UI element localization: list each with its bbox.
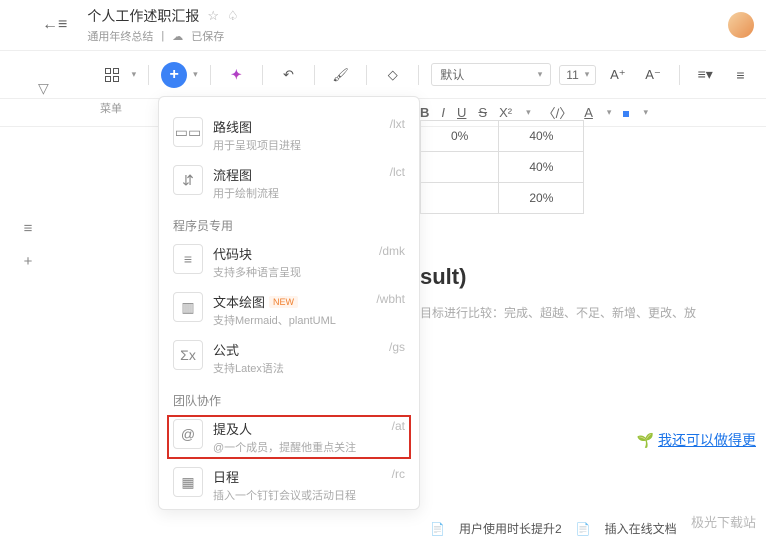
doc-link-icon: 📄 [430,522,445,536]
code-block-icon: ≡ [173,244,203,274]
mention-icon: @ [173,419,203,449]
star-icon[interactable]: ☆ [207,8,219,24]
section-description: 目标进行比较：完成、超越、不足、新增、更改、放 [420,304,756,321]
document-title: 个人工作述职汇报 [87,6,199,26]
strike-button[interactable]: S [478,105,487,120]
add-icon[interactable]: + [24,253,33,270]
highlight-button[interactable] [623,105,629,120]
menu-label: 菜单 [100,100,122,116]
dropdown-item-formula[interactable]: Σx 公式 支持Latex语法 /gs [159,334,419,382]
watermark: 极光下载站 [691,512,756,531]
eraser-button[interactable]: ◇ [379,61,406,89]
view-grid-button[interactable] [98,61,126,89]
dropdown-item-calendar[interactable]: ▦ 日程 插入一个钉钉会议或活动日程 /rc [159,461,419,509]
chevron-down-icon[interactable]: ▾ [193,69,198,80]
dropdown-section-dev: 程序员专用 [159,207,419,238]
usage-text[interactable]: 用户使用时长提升2 [459,520,562,537]
undo-button[interactable]: ↶ [275,61,302,89]
dropdown-item-textdraw[interactable]: ▥ 文本绘图NEW 支持Mermaid、plantUML /wbht [159,286,419,334]
tip-banner[interactable]: 🌱 我还可以做得更 [637,430,756,450]
dropdown-section-team: 团队协作 [159,382,419,413]
saved-status: 已保存 [191,28,224,44]
ai-assist-button[interactable]: ✦ [223,61,250,89]
cloud-saved-icon: ☁ [172,30,183,43]
font-size-select[interactable]: 11 ▾ [559,65,596,85]
formula-icon: Σx [173,340,203,370]
flowchart-icon: ⇵ [173,165,203,195]
calendar-icon: ▦ [173,467,203,497]
template-name: 通用年终总结 [87,28,153,44]
insert-button[interactable]: + [161,62,187,88]
list-button[interactable]: ≡▾ [692,61,719,89]
new-badge: NEW [269,296,298,308]
bold-button[interactable]: B [420,105,429,120]
user-avatar[interactable] [728,12,754,38]
bell-icon[interactable]: ♤ [227,8,239,24]
superscript-button[interactable]: X² [499,105,512,120]
doc-link-icon: 📄 [576,522,591,536]
text-draw-icon: ▥ [173,292,203,322]
italic-button[interactable]: I [441,105,445,120]
document-content: 0%40% 40% 20% sult) 目标进行比较：完成、超越、不足、新增、更… [420,120,756,321]
search-icon[interactable]: ≡ [24,220,33,237]
collapse-sidebar-icon[interactable]: ←≡ [42,16,67,34]
font-color-button[interactable]: A [584,105,593,120]
underline-button[interactable]: U [457,105,466,120]
dropdown-item-flowchart[interactable]: ⇵ 流程图 用于绘制流程 /lct [159,159,419,207]
separator: | [161,30,164,42]
chevron-down-icon[interactable]: ▾ [132,69,137,80]
roadmap-icon: ▭▭ [173,117,203,147]
format-painter-button[interactable]: 🖌 [327,61,354,89]
insert-doc-text[interactable]: 插入在线文档 [605,520,677,537]
data-table[interactable]: 0%40% 40% 20% [420,120,584,214]
seedling-icon: 🌱 [637,432,654,449]
increase-font-button[interactable]: A⁺ [604,61,631,89]
font-family-select[interactable]: 默认 ▾ [431,63,551,86]
decrease-font-button[interactable]: A⁻ [639,61,666,89]
dropdown-item-code[interactable]: ≡ 代码块 支持多种语言呈现 /dmk [159,238,419,286]
section-heading: sult) [420,264,756,290]
numbered-list-button[interactable]: ≡ [727,61,754,89]
insert-dropdown: ▭▭ 路线图 用于呈现项目进程 /lxt ⇵ 流程图 用于绘制流程 /lct 程… [158,96,420,510]
dropdown-item-roadmap[interactable]: ▭▭ 路线图 用于呈现项目进程 /lxt [159,111,419,159]
dropdown-item-mention[interactable]: @ 提及人 @一个成员，提醒他重点关注 /at [159,413,419,461]
